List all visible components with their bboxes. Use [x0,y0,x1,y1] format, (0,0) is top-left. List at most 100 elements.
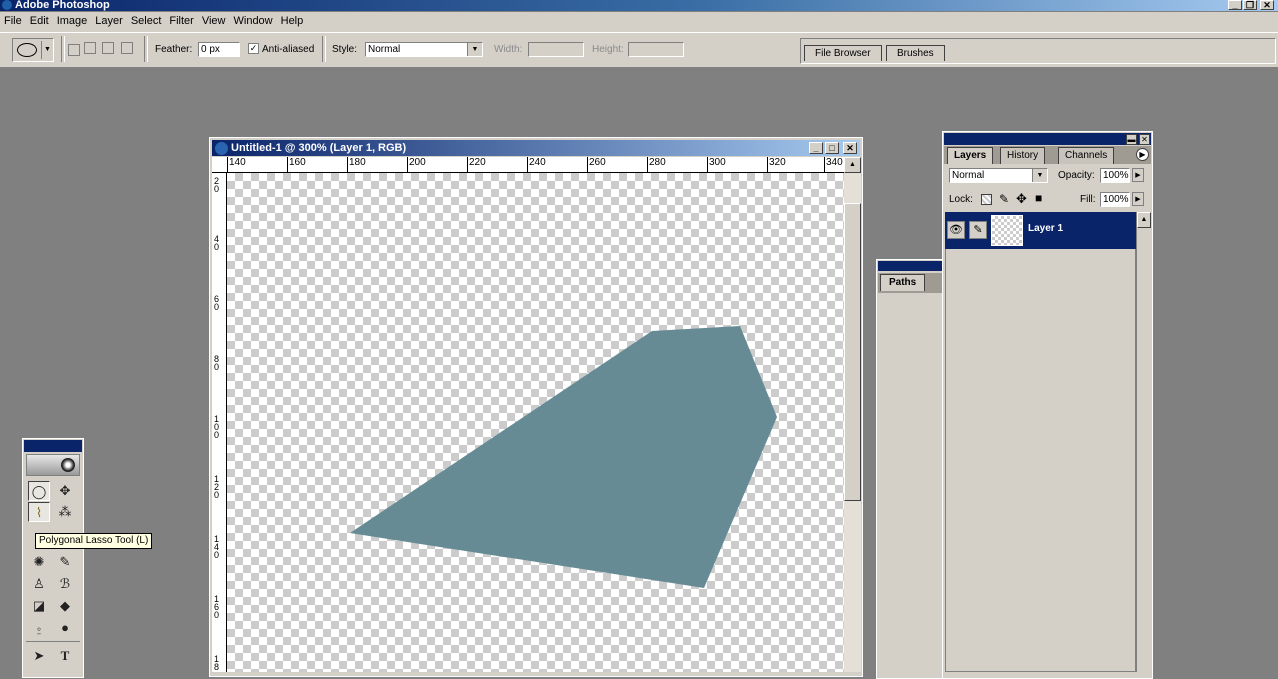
dodge-tool[interactable]: ● [54,618,76,638]
ruler-h-label: 240 [529,157,546,168]
anti-aliased-checkbox[interactable]: ✓ [248,43,259,54]
feather-input[interactable]: 0 px [198,42,240,57]
style-select[interactable]: Normal ▼ [365,42,483,57]
menu-view[interactable]: View [198,12,230,27]
ruler-v-label: 4 0 [213,234,219,252]
fill-label: Fill: [1080,194,1096,205]
menu-window[interactable]: Window [230,12,277,27]
polygonal-lasso-tool[interactable]: ⌇ [28,502,50,522]
tab-paths[interactable]: Paths [880,274,926,291]
paths-panel-title-bar[interactable] [878,261,946,271]
panel-menu-arrow-icon[interactable]: ▶ [1136,148,1149,161]
subtract-from-selection-icon[interactable] [102,42,114,54]
lock-position-icon[interactable]: ✥ [1016,191,1027,207]
brush-link-icon[interactable]: ✎ [969,221,987,239]
document-vertical-scrollbar[interactable]: ▲ [844,157,861,672]
chevron-down-icon: ▼ [41,41,53,59]
app-close-button[interactable]: ✕ [1260,0,1274,10]
panel-minimize-button[interactable]: ▬ [1126,134,1137,145]
fill-slider-arrow-icon[interactable]: ▶ [1132,192,1144,206]
canvas[interactable] [227,173,844,672]
clone-stamp-tool-icon: ♙ [33,576,45,591]
clone-stamp-tool[interactable]: ♙ [28,574,50,594]
move-tool[interactable]: ✥ [54,481,76,501]
ruler-v-label: 1 8 [213,654,219,672]
ruler-h-label: 340 [826,157,843,168]
document-maximize-button[interactable]: □ [825,142,839,154]
healing-brush-tool[interactable]: ✺ [28,552,50,572]
path-selection-tool-icon: ➤ [33,648,45,663]
vertical-ruler[interactable]: 2 0 4 0 6 0 8 0 1 0 0 1 2 0 1 4 0 1 6 0 … [212,173,227,672]
new-selection-icon[interactable] [68,44,80,56]
ellipse-marquee-tool-icon: ◯ [31,484,47,499]
ruler-h-label: 140 [229,157,246,168]
palette-well-tab-brushes[interactable]: Brushes [886,45,945,61]
ellipse-marquee-icon [17,43,37,57]
menu-filter[interactable]: Filter [165,12,197,27]
magic-wand-tool-icon: ⁂ [58,504,72,519]
menu-image[interactable]: Image [53,12,92,27]
history-brush-tool[interactable]: ℬ [54,574,76,594]
ruler-h-label: 300 [709,157,726,168]
panel-close-button[interactable]: ✕ [1139,134,1150,145]
type-tool[interactable]: T [54,646,76,666]
tab-channels[interactable]: Channels [1058,147,1115,164]
horizontal-ruler[interactable]: 140 160 180 200 220 240 260 280 300 320 … [212,157,844,173]
chevron-down-icon: ▼ [467,43,482,56]
tab-history[interactable]: History [1000,147,1046,164]
menu-layer[interactable]: Layer [91,12,127,27]
document-title-bar[interactable]: Untitled-1 @ 300% (Layer 1, RGB) [212,140,860,156]
brush-tool[interactable]: ✎ [54,552,76,572]
ruler-v-label: 2 0 [213,176,219,194]
height-input[interactable] [628,42,684,57]
layer-1-shape [350,326,777,588]
anti-aliased-label: Anti-aliased [262,44,315,55]
ruler-v-label: 1 6 0 [213,594,219,620]
ruler-h-label: 320 [769,157,786,168]
path-selection-tool[interactable]: ➤ [28,646,50,666]
layer-row[interactable]: 👁 ✎ Layer 1 [945,212,1136,249]
separator [322,36,326,62]
ruler-h-label: 280 [649,157,666,168]
document-close-button[interactable]: ✕ [843,142,857,154]
eraser-tool[interactable]: ◪ [28,596,50,616]
layers-scrollbar[interactable]: ▲ [1136,212,1151,672]
document-minimize-button[interactable]: _ [809,142,823,154]
palette-well-tab-file-browser[interactable]: File Browser [804,45,882,61]
ellipse-marquee-tool[interactable]: ◯ [28,481,50,501]
menu-help[interactable]: Help [277,12,308,27]
fill-input[interactable]: 100% [1100,192,1130,207]
tool-preset-picker[interactable]: ▼ [12,38,54,62]
lock-transparent-pixels-icon[interactable] [981,194,992,205]
toolbox-title-bar[interactable] [24,440,82,452]
scroll-thumb[interactable] [844,203,861,501]
lock-all-icon[interactable]: ■ [1035,191,1042,205]
eye-icon[interactable]: 👁 [947,221,965,239]
app-minimize-button[interactable]: _ [1228,0,1242,10]
blur-tool[interactable]: ⍛ [28,618,50,638]
scroll-up-arrow-icon[interactable]: ▲ [1137,212,1151,228]
brush-tool-icon: ✎ [59,554,71,569]
menu-edit[interactable]: Edit [26,12,53,27]
menu-select[interactable]: Select [127,12,166,27]
scroll-up-arrow-icon[interactable]: ▲ [844,157,861,173]
width-input[interactable] [528,42,584,57]
eraser-tool-icon: ◪ [32,598,46,613]
paint-bucket-tool[interactable]: ◆ [54,596,76,616]
magic-wand-tool[interactable]: ⁂ [54,502,76,522]
opacity-slider-arrow-icon[interactable]: ▶ [1132,168,1144,182]
opacity-input[interactable]: 100% [1100,168,1130,183]
app-restore-button[interactable]: ❐ [1243,0,1257,10]
layers-panel-title-bar[interactable] [944,133,1151,145]
menu-file[interactable]: File [0,12,26,27]
ruler-v-label: 8 0 [213,354,219,372]
ruler-v-label: 1 4 0 [213,534,219,560]
add-to-selection-icon[interactable] [84,42,96,54]
intersect-selection-icon[interactable] [121,42,133,54]
tab-layers[interactable]: Layers [947,147,994,164]
document-title: Untitled-1 @ 300% (Layer 1, RGB) [231,142,407,154]
adobe-online-button[interactable] [26,454,80,476]
blend-mode-select[interactable]: Normal ▼ [949,168,1048,183]
separator [144,36,148,62]
lock-image-pixels-icon[interactable]: ✎ [999,192,1009,206]
